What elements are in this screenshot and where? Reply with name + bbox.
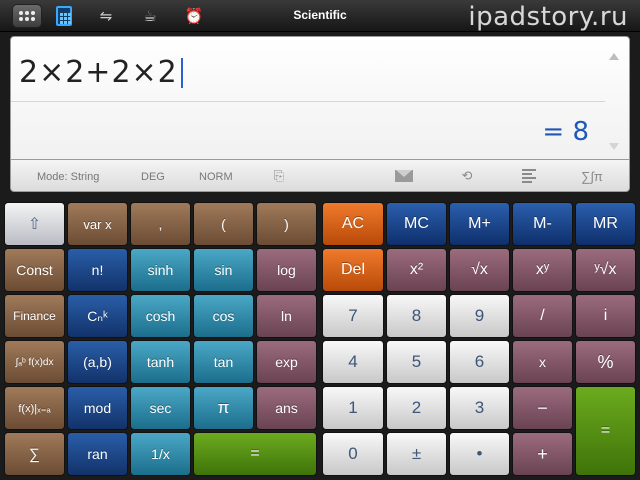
digit-9-button[interactable]: 9 [449, 294, 510, 338]
right-paren-button[interactable]: ) [256, 202, 317, 246]
expression-text: 2×2+2×2 [19, 55, 178, 90]
digit-8-button[interactable]: 8 [386, 294, 447, 338]
decimal-point-button[interactable]: • [449, 432, 510, 476]
divide-button[interactable]: / [512, 294, 573, 338]
square-button[interactable]: x² [386, 248, 447, 292]
result-text: = 8 [542, 117, 589, 147]
digit-5-button[interactable]: 5 [386, 340, 447, 384]
const-button[interactable]: Const [4, 248, 65, 292]
pi-button[interactable]: π [193, 386, 254, 430]
mr-button[interactable]: MR [575, 202, 636, 246]
power-button[interactable]: xʸ [512, 248, 573, 292]
multiply-button[interactable]: x [512, 340, 573, 384]
digit-6-button[interactable]: 6 [449, 340, 510, 384]
scroll-down-icon[interactable] [609, 143, 619, 150]
left-paren-button[interactable]: ( [193, 202, 254, 246]
angle-mode-label[interactable]: DEG [141, 171, 165, 183]
expression-line: 2×2+2×2 [19, 55, 183, 90]
digit-3-button[interactable]: 3 [449, 386, 510, 430]
sum-pi-icon[interactable]: ∑∫π [581, 167, 603, 185]
tanh-button[interactable]: tanh [130, 340, 191, 384]
shift-button[interactable]: ⇧ [4, 202, 65, 246]
percent-button[interactable]: % [575, 340, 636, 384]
format-mode-label[interactable]: NORM [199, 171, 233, 183]
imaginary-button[interactable]: i [575, 294, 636, 338]
mode-label[interactable]: Mode: String [37, 171, 99, 183]
text-cursor [180, 57, 183, 88]
sinh-button[interactable]: sinh [130, 248, 191, 292]
ln-button[interactable]: ln [256, 294, 317, 338]
delete-button[interactable]: Del [322, 248, 384, 292]
watermark: ipadstory.ru [468, 2, 628, 32]
mod-button[interactable]: mod [67, 386, 128, 430]
paste-icon[interactable]: ⎘ [269, 167, 289, 185]
cosh-button[interactable]: cosh [130, 294, 191, 338]
display-divider [11, 101, 605, 102]
digit-7-button[interactable]: 7 [322, 294, 384, 338]
m-plus-button[interactable]: M+ [449, 202, 510, 246]
exp-button[interactable]: exp [256, 340, 317, 384]
plus-minus-button[interactable]: ± [386, 432, 447, 476]
top-bar: ⇋ ☕ ⏰ Scientific ipadstory.ru [0, 0, 640, 32]
digit-4-button[interactable]: 4 [322, 340, 384, 384]
integral-button[interactable]: ∫ₐᵇ f(x)dx [4, 340, 65, 384]
cos-button[interactable]: cos [193, 294, 254, 338]
mc-button[interactable]: MC [386, 202, 447, 246]
sqrt-button[interactable]: √x [449, 248, 510, 292]
nth-root-button[interactable]: ʸ√x [575, 248, 636, 292]
history-icon[interactable]: ⟲ [457, 167, 477, 185]
combination-button[interactable]: Cₙᵏ [67, 294, 128, 338]
equals-wide-button[interactable]: = [193, 432, 317, 476]
scroll-up-icon[interactable] [609, 53, 619, 60]
ans-button[interactable]: ans [256, 386, 317, 430]
random-button[interactable]: ran [67, 432, 128, 476]
reciprocal-button[interactable]: 1/x [130, 432, 191, 476]
plus-button[interactable]: + [512, 432, 573, 476]
finance-button[interactable]: Finance [4, 294, 65, 338]
log-button[interactable]: log [256, 248, 317, 292]
digit-0-button[interactable]: 0 [322, 432, 384, 476]
sin-button[interactable]: sin [193, 248, 254, 292]
status-bar: Mode: String DEG NORM ⎘ ⟲ ∑∫π [10, 160, 630, 192]
ac-button[interactable]: AC [322, 202, 384, 246]
pair-button[interactable]: (a,b) [67, 340, 128, 384]
digit-1-button[interactable]: 1 [322, 386, 384, 430]
display-panel[interactable]: 2×2+2×2 = 8 [10, 36, 630, 160]
mail-icon[interactable] [394, 167, 414, 185]
factorial-button[interactable]: n! [67, 248, 128, 292]
evaluate-at-button[interactable]: f(x)|ₓ₌ₐ [4, 386, 65, 430]
equals-tall-button[interactable]: = [575, 386, 636, 476]
tan-button[interactable]: tan [193, 340, 254, 384]
m-minus-button[interactable]: M- [512, 202, 573, 246]
var-x-button[interactable]: var x [67, 202, 128, 246]
digit-2-button[interactable]: 2 [386, 386, 447, 430]
minus-button[interactable]: − [512, 386, 573, 430]
list-icon[interactable] [519, 167, 539, 185]
summation-button[interactable]: ∑ [4, 432, 65, 476]
sec-button[interactable]: sec [130, 386, 191, 430]
keypad: ⇧ var x , ( ) AC MC M+ M- MR Const n! si… [0, 202, 640, 480]
comma-button[interactable]: , [130, 202, 191, 246]
